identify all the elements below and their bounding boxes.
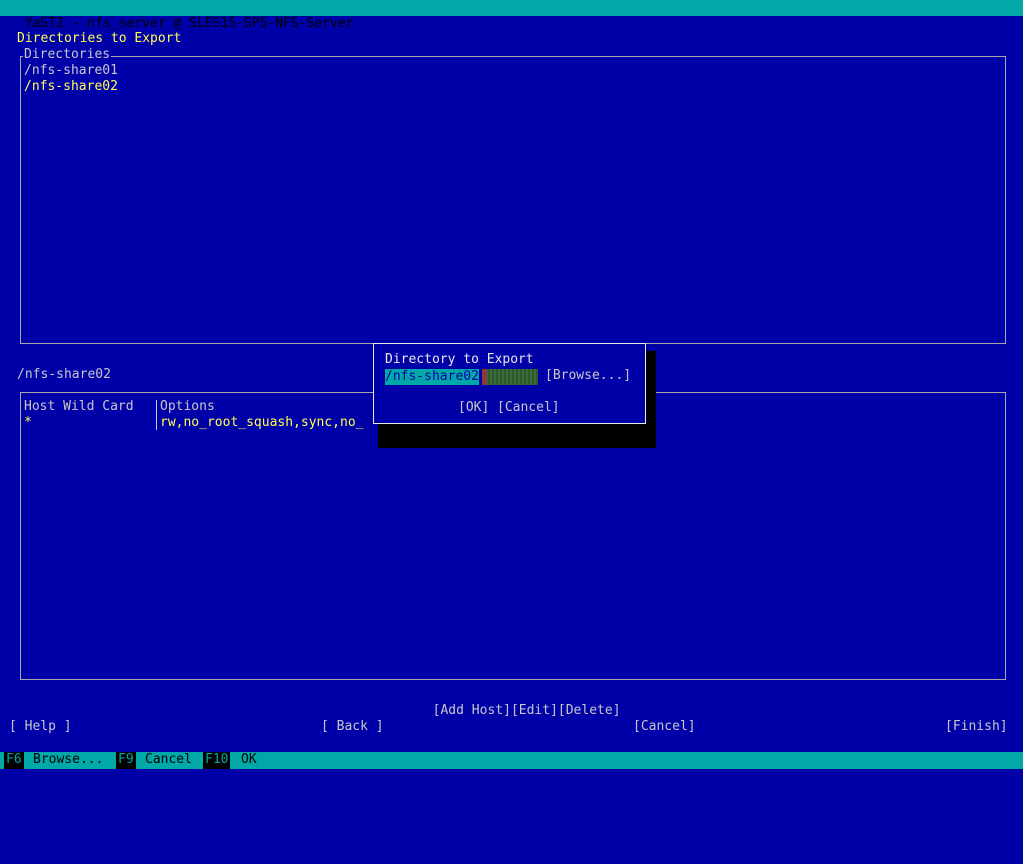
window-titlebar: YaST2 - nfs_server @ SLES15-SP5-NFS-Serv…: [0, 0, 1023, 31]
list-item-nfs-share01[interactable]: /nfs-share01: [24, 63, 118, 79]
function-key-bar: F6 Browse... F9 Cancel F10 OK: [0, 752, 1023, 769]
fkey-f6[interactable]: F6: [4, 752, 24, 769]
edit-button[interactable]: [Edit]: [511, 703, 558, 718]
directory-export-dialog: Directory to Export /nfs-share02 [Browse…: [373, 343, 646, 424]
add-host-button[interactable]: [Add Host]: [433, 703, 511, 718]
fkey-f9[interactable]: F9: [116, 752, 136, 769]
help-button[interactable]: [ Help ]: [9, 719, 72, 735]
page-title: Directories to Export: [17, 31, 182, 46]
finish-button[interactable]: [Finish]: [945, 719, 1008, 735]
back-button[interactable]: [ Back ]: [321, 719, 384, 735]
delete-button[interactable]: [Delete]: [558, 703, 621, 718]
directory-input[interactable]: /nfs-share02: [385, 369, 479, 385]
dialog-cancel-button[interactable]: [Cancel]: [497, 400, 560, 416]
selected-directory-label: /nfs-share02: [17, 367, 111, 382]
dialog-ok-button[interactable]: [OK]: [458, 400, 489, 416]
fkey-f6-label[interactable]: Browse...: [33, 752, 103, 768]
column-header-options[interactable]: Options: [160, 399, 215, 415]
text-cursor: [482, 369, 487, 385]
list-item-nfs-share02[interactable]: /nfs-share02: [24, 79, 118, 95]
browse-button[interactable]: [Browse...]: [545, 368, 631, 384]
cancel-button[interactable]: [Cancel]: [633, 719, 696, 735]
directory-input-empty[interactable]: [482, 369, 538, 385]
dialog-title: Directory to Export: [385, 352, 534, 367]
directories-label: Directories: [23, 47, 112, 63]
fkey-f10[interactable]: F10: [203, 752, 231, 769]
dialog-shadow-bottom: [378, 424, 656, 448]
window-title: YaST2 - nfs_server @ SLES15-SP5-NFS-Serv…: [24, 16, 354, 31]
fkey-f10-label[interactable]: OK: [241, 752, 257, 768]
fkey-f9-label[interactable]: Cancel: [145, 752, 192, 768]
column-separator: [156, 400, 157, 430]
directories-list[interactable]: [20, 56, 1006, 344]
column-header-host[interactable]: Host Wild Card: [24, 399, 134, 415]
table-row-options[interactable]: rw,no_root_squash,sync,no_: [160, 415, 364, 431]
table-row-host[interactable]: *: [24, 415, 32, 431]
